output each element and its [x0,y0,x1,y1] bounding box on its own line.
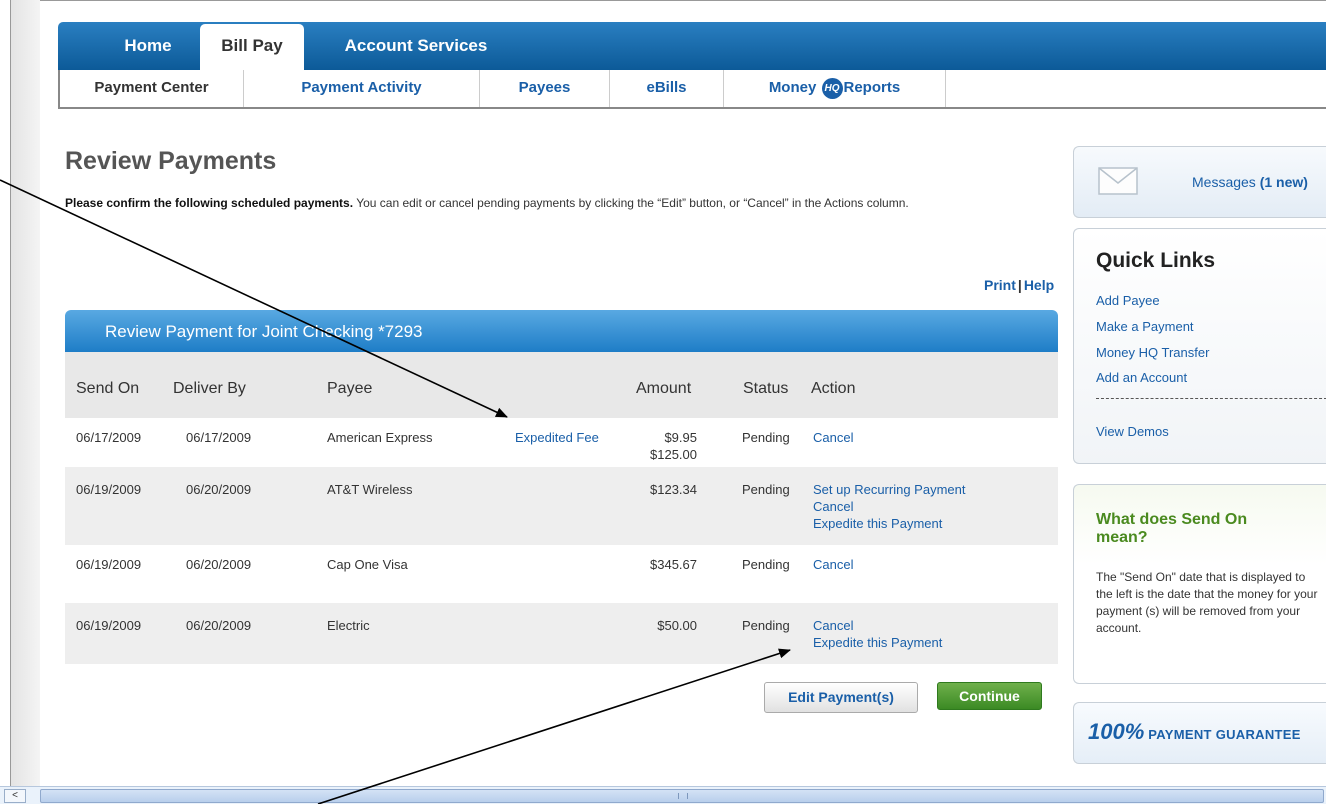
scrollbar-thumb[interactable] [40,789,1324,803]
cancel-link[interactable]: Cancel [813,617,942,634]
deliver-by-cell: 06/20/2009 [186,618,252,633]
tab-payment-activity[interactable]: Payment Activity [244,70,480,107]
arrow-to-expedite-payment [317,648,791,804]
send-on-cell: 06/19/2009 [76,482,142,497]
envelope-icon [1098,167,1138,195]
col-action: Action [811,380,856,397]
horizontal-scrollbar[interactable]: < [0,786,1326,804]
status-cell: Pending [742,618,790,633]
deliver-by-cell: 06/20/2009 [186,482,252,497]
page-top-border [10,0,1326,1]
action-cell: Cancel Expedite this Payment [813,617,942,651]
payment-guarantee-panel[interactable]: 100% PAYMENT GUARANTEE [1073,702,1326,764]
amount-cell: $50.00 [657,618,697,633]
quick-link-money-hq-transfer[interactable]: Money HQ Transfer [1096,345,1209,360]
payee-cell: Electric [327,618,370,633]
send-on-cell: 06/19/2009 [76,618,142,633]
print-link[interactable]: Print [984,277,1016,293]
quick-link-make-payment[interactable]: Make a Payment [1096,319,1194,334]
cancel-link[interactable]: Cancel [813,498,965,515]
intro-bold: Please confirm the following scheduled p… [65,196,354,210]
tab-reports-label: Reports [843,79,901,96]
guarantee-label: PAYMENT GUARANTEE [1148,727,1301,742]
quick-links-title: Quick Links [1096,249,1216,272]
send-on-cell: 06/17/2009 [76,430,142,445]
amount-cell: $345.67 [650,557,697,572]
scroll-left-arrow-icon[interactable]: < [4,789,26,803]
link-separator: | [1017,277,1022,293]
payments-table: Review Payment for Joint Checking *7293 … [65,310,1058,666]
scrollbar-grip [678,793,688,799]
faq-title: What does Send On mean? [1096,511,1248,546]
messages-count: (1 new) [1259,174,1308,190]
col-deliver-by: Deliver By [173,380,246,397]
tab-payment-center[interactable]: Payment Center [60,70,244,107]
deliver-by-cell: 06/20/2009 [186,557,252,572]
tab-bill-pay[interactable]: Bill Pay [200,24,304,70]
quick-link-add-payee[interactable]: Add Payee [1096,293,1160,308]
intro-text: Please confirm the following scheduled p… [65,195,1065,212]
print-help-links: Print | Help [984,277,1054,293]
payment-amount: $125.00 [650,447,697,462]
help-link[interactable]: Help [1024,277,1054,293]
cancel-link[interactable]: Cancel [813,556,853,573]
action-cell: Set up Recurring Payment Cancel Expedite… [813,481,965,532]
payee-cell: American Express [327,430,433,445]
table-row: 06/19/2009 06/20/2009 Cap One Visa $345.… [65,545,1058,603]
status-cell: Pending [742,430,790,445]
table-title-bar: Review Payment for Joint Checking *7293 [65,310,1058,352]
expedite-payment-link[interactable]: Expedite this Payment [813,634,942,651]
column-header-row: Send On Deliver By Payee Amount Status A… [65,352,1058,418]
tab-money-label: Money [768,79,817,96]
quick-link-add-account[interactable]: Add an Account [1096,370,1187,385]
tab-ebills[interactable]: eBills [610,70,724,107]
col-send-on: Send On [76,380,140,397]
expedite-payment-link[interactable]: Expedite this Payment [813,515,965,532]
table-row: 06/19/2009 06/20/2009 Electric $50.00 Pe… [65,603,1058,664]
faq-body: The "Send On" date that is displayed to … [1096,570,1318,635]
deliver-by-cell: 06/17/2009 [186,430,252,445]
status-cell: Pending [742,482,790,497]
continue-button[interactable]: Continue [937,682,1042,710]
messages-label: Messages [1192,174,1256,190]
hq-badge-icon: HQ [821,77,843,99]
view-demos-link[interactable]: View Demos [1096,424,1169,439]
send-on-help-panel: What does Send On mean? The "Send On" da… [1073,484,1326,684]
col-status: Status [743,380,789,397]
payee-cell: Cap One Visa [327,557,408,572]
col-payee: Payee [327,380,373,397]
tab-payees[interactable]: Payees [480,70,610,107]
quick-links-panel: Quick Links Add Payee Make a Payment Mon… [1073,228,1326,464]
tab-account-services[interactable]: Account Services [316,22,516,70]
primary-nav: Home Bill Pay Account Services [58,22,1326,70]
setup-recurring-link[interactable]: Set up Recurring Payment [813,481,965,498]
amount-cell: $9.95 $125.00 [627,429,697,463]
col-amount: Amount [636,380,692,397]
cancel-link[interactable]: Cancel [813,429,853,446]
tab-home[interactable]: Home [98,22,198,70]
messages-panel[interactable]: Messages (1 new) [1073,146,1326,218]
table-row: 06/17/2009 06/17/2009 American Express E… [65,418,1058,474]
guarantee-percent: 100% [1088,719,1145,744]
status-cell: Pending [742,557,790,572]
payee-cell: AT&T Wireless [327,482,413,497]
table-row: 06/19/2009 06/20/2009 AT&T Wireless $123… [65,467,1058,545]
intro-rest: You can edit or cancel pending payments … [353,196,909,210]
secondary-nav: Payment Center Payment Activity Payees e… [58,70,1326,109]
send-on-cell: 06/19/2009 [76,557,142,572]
tab-money-hq-reports[interactable]: Money HQ Reports [724,70,946,107]
browser-page: Home Bill Pay Account Services Payment C… [0,0,1326,804]
left-gutter [10,0,40,786]
messages-link[interactable]: Messages (1 new) [1192,174,1308,190]
fee-amount: $9.95 [664,430,697,445]
page-title: Review Payments [65,147,277,175]
amount-cell: $123.34 [650,482,697,497]
expedited-fee-link[interactable]: Expedited Fee [515,429,599,446]
payment-guarantee-text: 100% PAYMENT GUARANTEE [1088,719,1301,745]
edit-payments-button[interactable]: Edit Payment(s) [764,682,918,713]
quick-links-divider [1096,398,1326,399]
